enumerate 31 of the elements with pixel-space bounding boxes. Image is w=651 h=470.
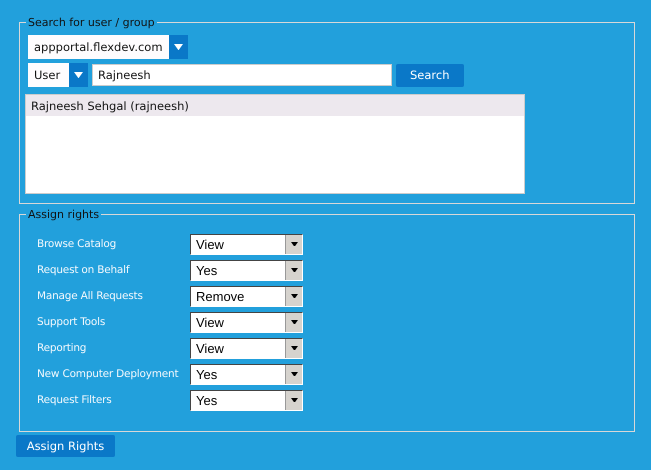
dropdown-arrow-icon [290, 372, 298, 376]
right-label: Request on Behalf [37, 264, 131, 276]
dropdown-arrow-icon [290, 268, 298, 272]
group-title: Search for user / group [27, 16, 156, 29]
right-dropdown[interactable]: View [190, 312, 303, 332]
right-label: New Computer Deployment [37, 368, 180, 380]
right-dropdown[interactable]: Yes [190, 260, 303, 280]
right-label: Manage All Requests [37, 290, 144, 302]
result-item[interactable]: Rajneesh Sehgal (rajneesh) [26, 95, 524, 116]
dropdown-arrow-icon [290, 242, 298, 246]
right-dropdown[interactable]: Yes [190, 364, 303, 384]
dropdown-arrow-icon [290, 294, 298, 298]
dropdown-arrow-icon [174, 44, 183, 50]
search-field[interactable]: Rajneesh [92, 64, 392, 86]
type-dropdown[interactable]: User [28, 63, 88, 87]
dropdown-arrow-icon [74, 72, 83, 78]
right-label: Support Tools [37, 316, 106, 328]
right-dropdown[interactable]: View [190, 338, 303, 358]
search-button[interactable]: Search [396, 64, 464, 86]
right-label: Reporting [37, 342, 88, 354]
right-label: Request Filters [37, 394, 112, 406]
dropdown-arrow-icon [290, 398, 298, 402]
dropdown-arrow-icon [290, 346, 298, 350]
dropdown-arrow-icon [290, 320, 298, 324]
right-dropdown[interactable]: Yes [190, 390, 303, 410]
right-label: Browse Catalog [37, 238, 118, 250]
group-title: Assign rights [27, 208, 100, 221]
right-dropdown[interactable]: View [190, 234, 303, 254]
domain-dropdown[interactable]: appportal.flexdev.com [28, 35, 188, 59]
right-dropdown[interactable]: Remove [190, 286, 303, 306]
assign-rights-button[interactable]: Assign Rights [16, 435, 115, 457]
